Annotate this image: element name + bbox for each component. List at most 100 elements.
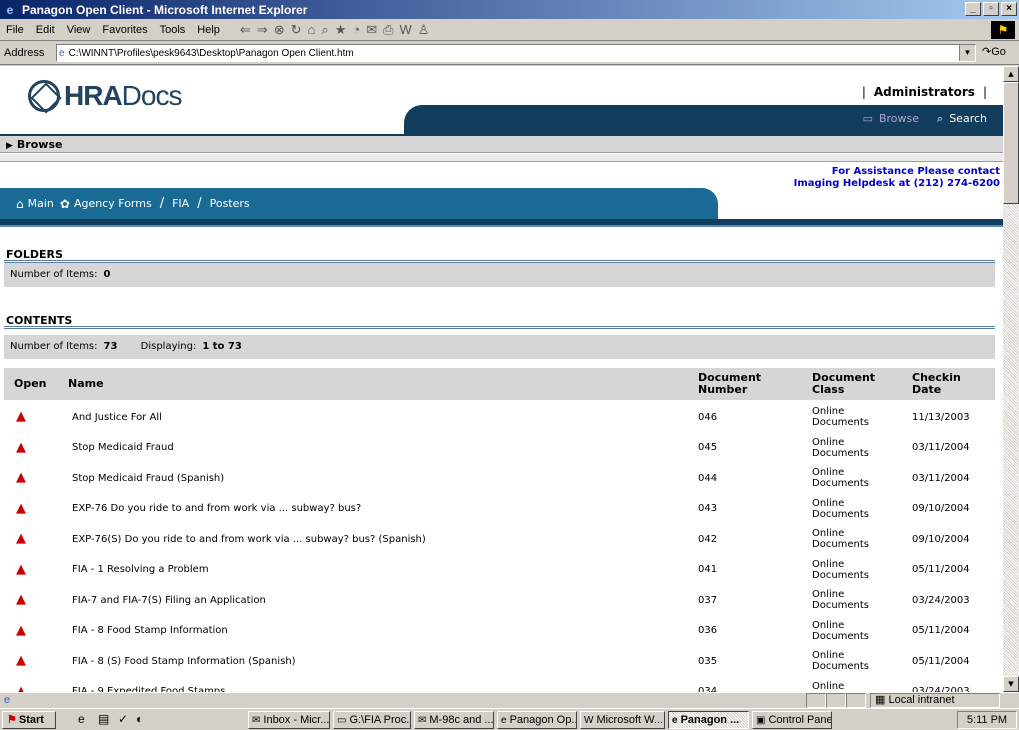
address-bar: Address e C:\WINNT\Profiles\pesk9643\Des… [0, 41, 1019, 65]
table-row[interactable]: ▲ FIA - 1 Resolving a Problem 041 Online Doc… [4, 555, 995, 585]
doc-class: OnlineDocuments [812, 646, 869, 676]
ql-ie-icon[interactable]: e [78, 712, 85, 726]
taskbar-task[interactable]: ▣ Control Panel [752, 711, 832, 729]
pdf-icon[interactable]: ▲ [16, 624, 26, 637]
messenger-icon[interactable]: ♙ [418, 22, 430, 38]
ql-channels-icon[interactable]: ◐ [136, 712, 143, 726]
menu-edit[interactable]: Edit [30, 24, 61, 36]
expand-triangle-icon: ▶ [6, 141, 13, 151]
table-row[interactable]: ▲ EXP-76(S) Do you ride to and from work … [4, 524, 995, 554]
header-nav-band: ▭ Browse ⌕ Search [404, 105, 1003, 134]
pdf-icon[interactable]: ▲ [16, 532, 26, 545]
search-toolbar-icon[interactable]: ⌕ [321, 22, 328, 38]
doc-number: 041 [698, 564, 718, 575]
start-button[interactable]: ⚑ Start [2, 711, 56, 729]
doc-name[interactable]: FIA-7 and FIA-7(S) Filing an Application [72, 585, 266, 615]
table-row[interactable]: ▲ Stop Medicaid Fraud 045 Online Documents 03… [4, 433, 995, 463]
taskbar-task[interactable]: e Panagon ... [668, 711, 749, 729]
taskbar-task[interactable]: ✉ Inbox - Micr... [248, 711, 330, 729]
assist-line-2: Imaging Helpdesk at (212) 274-6200 [793, 178, 1000, 189]
go-button[interactable]: ↷Go [982, 45, 1006, 58]
table-row[interactable]: ▲ EXP-76 Do you ride to and from work via… [4, 494, 995, 524]
col-open[interactable]: Open [14, 378, 47, 390]
breadcrumb-main[interactable]: Main [28, 197, 54, 210]
windows-flag-icon: ⚑ [7, 714, 17, 726]
page-viewport: HRA Docs | Administrators | ▭ Browse ⌕ Search… [0, 66, 1003, 692]
forward-icon[interactable]: ⇒ [257, 22, 268, 38]
col-doc-number[interactable]: Document Number [698, 372, 761, 396]
doc-name[interactable]: EXP-76 Do you ride to and from work via … [72, 494, 361, 524]
role-label[interactable]: Administrators [874, 85, 975, 99]
menu-favorites[interactable]: Favorites [96, 24, 153, 36]
print-icon[interactable]: ⎙ [383, 22, 393, 38]
breadcrumb-fia[interactable]: FIA [172, 197, 189, 210]
edit-word-icon[interactable]: W [400, 22, 412, 37]
menu-view[interactable]: View [61, 24, 97, 36]
home-icon[interactable]: ⌂ [308, 22, 316, 37]
ql-outlook-icon[interactable]: ✓ [118, 712, 128, 726]
doc-name[interactable]: FIA - 8 Food Stamp Information [72, 616, 228, 646]
doc-name[interactable]: FIA - 8 (S) Food Stamp Information (Span… [72, 646, 296, 676]
doc-class: OnlineDocuments [812, 433, 869, 463]
refresh-icon[interactable]: ↻ [291, 22, 302, 38]
menu-help[interactable]: Help [191, 24, 226, 36]
breadcrumb-agency-forms[interactable]: Agency Forms [74, 197, 152, 210]
menu-file[interactable]: File [0, 24, 30, 36]
pdf-icon[interactable]: ▲ [16, 471, 26, 484]
ql-desktop-icon[interactable]: ▤ [98, 712, 109, 726]
doc-number: 043 [698, 503, 718, 514]
doc-name[interactable]: FIA - 1 Resolving a Problem [72, 555, 209, 585]
favorites-icon[interactable]: ★ [335, 22, 347, 38]
col-checkin-date[interactable]: Checkin Date [912, 372, 961, 396]
taskbar-task[interactable]: ✉ M-98c and ... [414, 711, 494, 729]
table-row[interactable]: ▲ FIA - 9 Expedited Food Stamps 034 OnlineD… [4, 677, 995, 693]
nav-browse[interactable]: ▭ Browse [863, 112, 919, 126]
nav-search[interactable]: ⌕ Search [937, 112, 987, 126]
address-field[interactable]: e C:\WINNT\Profiles\pesk9643\Desktop\Pan… [56, 44, 976, 62]
col-doc-class[interactable]: Document Class [812, 372, 875, 396]
table-row[interactable]: ▲ And Justice For All 046 Online Documents 11… [4, 402, 995, 432]
table-row[interactable]: ▲ Stop Medicaid Fraud (Spanish) 044 Online D… [4, 463, 995, 493]
pdf-icon[interactable]: ▲ [16, 563, 26, 576]
scroll-down-icon[interactable]: ▼ [1003, 676, 1019, 692]
doc-name[interactable]: Stop Medicaid Fraud [72, 433, 174, 463]
taskbar-task[interactable]: ▭ G:\FIA Proc... [333, 711, 411, 729]
close-button[interactable]: × [1001, 2, 1017, 16]
doc-name[interactable]: FIA - 9 Expedited Food Stamps [72, 677, 225, 692]
stop-icon[interactable]: ⊗ [274, 22, 285, 38]
history-icon[interactable]: ◔ [352, 22, 360, 37]
zone-label: Local intranet [888, 694, 955, 706]
pdf-icon[interactable]: ▲ [16, 502, 26, 515]
minimize-button[interactable]: _ [965, 2, 981, 16]
gray-band [0, 154, 1003, 162]
doc-number: 034 [698, 686, 718, 692]
browse-bar[interactable]: ▶ Browse [0, 136, 1003, 153]
maximize-button[interactable]: ▫ [983, 2, 999, 16]
back-icon[interactable]: ⇐ [240, 22, 251, 38]
address-dropdown-icon[interactable]: ▼ [959, 45, 975, 61]
scroll-up-icon[interactable]: ▲ [1003, 66, 1019, 82]
page-icon: e [59, 47, 65, 59]
table-row[interactable]: ▲ FIA-7 and FIA-7(S) Filing an Applicatio… [4, 585, 995, 615]
doc-name[interactable]: EXP-76(S) Do you ride to and from work v… [72, 524, 426, 554]
pdf-icon[interactable]: ▲ [16, 410, 26, 423]
mail-toolbar-icon[interactable]: ✉ [366, 22, 377, 38]
table-row[interactable]: ▲ FIA - 8 (S) Food Stamp Information (Spa… [4, 646, 995, 676]
pdf-icon[interactable]: ▲ [16, 593, 26, 606]
scroll-thumb[interactable] [1003, 82, 1019, 204]
doc-class-line2: Documents [812, 447, 870, 459]
taskbar-task[interactable]: e Panagon Op... [497, 711, 577, 729]
pdf-icon[interactable]: ▲ [16, 685, 26, 693]
pdf-icon[interactable]: ▲ [16, 654, 26, 667]
doc-name[interactable]: Stop Medicaid Fraud (Spanish) [72, 463, 224, 493]
menu-tools[interactable]: Tools [154, 24, 192, 36]
doc-number: 042 [698, 533, 718, 545]
doc-number: 045 [698, 442, 718, 453]
doc-name[interactable]: And Justice For All [72, 402, 162, 432]
taskbar-task[interactable]: W Microsoft W... [580, 711, 665, 729]
doc-class-line2: Documents [812, 478, 870, 489]
vertical-scrollbar[interactable]: ▲ ▼ [1003, 66, 1019, 692]
col-name[interactable]: Name [68, 378, 104, 390]
table-row[interactable]: ▲ FIA - 8 Food Stamp Information 036 Online… [4, 616, 995, 646]
pdf-icon[interactable]: ▲ [16, 441, 26, 454]
